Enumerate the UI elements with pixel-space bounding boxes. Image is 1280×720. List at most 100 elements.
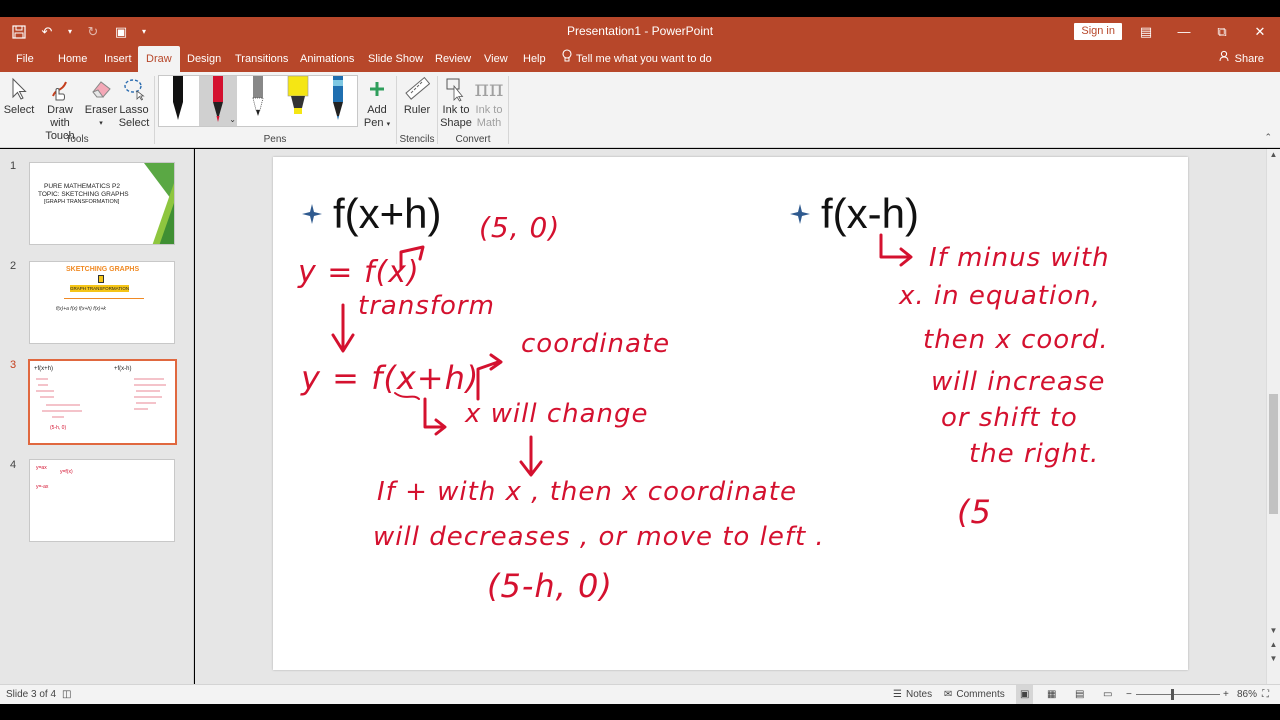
previous-slide-icon[interactable]: ▲ [1267, 639, 1280, 651]
add-pen-label-2: Pen [363, 117, 384, 129]
pen-pencil[interactable] [239, 76, 277, 126]
ruler-button[interactable]: Ruler [401, 74, 433, 117]
thumb-number-3: 3 [10, 359, 17, 371]
thumb3-line3: (5-h, 0) [50, 425, 67, 431]
accessibility-icon[interactable]: ◫ [62, 685, 71, 705]
title-bar: ↶ ▾ ↻ ▣ ▾ Presentation1 - PowerPoint Sig… [0, 17, 1280, 46]
tab-view[interactable]: View [476, 46, 516, 72]
tell-me-label: Tell me what you want to do [576, 53, 712, 65]
zoom-slider-track[interactable] [1136, 694, 1220, 695]
tab-animations[interactable]: Animations [292, 46, 362, 72]
restore-button[interactable]: ⧉ [1203, 17, 1241, 46]
slideshow-view-button[interactable]: ▭ [1103, 685, 1112, 705]
redo-icon[interactable]: ↻ [84, 23, 102, 41]
tell-me-search[interactable]: Tell me what you want to do [562, 46, 712, 72]
highlighter-icon [287, 76, 309, 114]
ink-to-shape-button[interactable]: Ink to Shape [440, 74, 472, 130]
scroll-up-icon[interactable]: ▲ [1267, 149, 1280, 161]
eraser-dropdown-icon[interactable]: ▾ [99, 117, 103, 130]
undo-icon[interactable]: ↶ [38, 23, 56, 41]
add-pen-dropdown-icon[interactable]: ▾ [387, 121, 391, 128]
scroll-down-icon[interactable]: ▼ [1267, 625, 1280, 637]
slide-thumbnail-3-active[interactable]: +f(x+h) +f(x-h) (5-h, 0) [28, 359, 177, 445]
ink-x-will-change: x will change [465, 399, 649, 429]
thumb4-line3: y=-ax [36, 484, 49, 490]
pen-red-selected[interactable]: ⌄ [199, 76, 237, 126]
fit-to-window-icon[interactable]: ⛶ [1262, 685, 1269, 705]
thumb-number-2: 2 [10, 260, 17, 272]
zoom-in-button[interactable]: + [1223, 685, 1229, 705]
collapse-ribbon-icon[interactable]: ⌃ [1264, 132, 1272, 143]
thumb2-connector [64, 298, 144, 299]
zoom-level[interactable]: 86% [1237, 685, 1257, 705]
tab-insert[interactable]: Insert [96, 46, 140, 72]
slide-sorter-button[interactable]: ▦ [1047, 685, 1056, 705]
group-separator [508, 76, 509, 144]
tab-review[interactable]: Review [427, 46, 479, 72]
share-button[interactable]: Share [1219, 46, 1264, 72]
draw-with-touch-label-1: Draw with [47, 104, 73, 129]
pen-highlighter-yellow[interactable] [279, 76, 317, 126]
comments-button[interactable]: ✉ Comments [944, 685, 1005, 705]
notes-icon: ☰ [893, 689, 902, 700]
next-slide-icon[interactable]: ▼ [1267, 653, 1280, 665]
draw-with-touch-button[interactable]: Draw with Touch [36, 74, 84, 143]
ribbon-display-icon[interactable]: ▤ [1127, 17, 1165, 46]
ink-transform: transform [358, 291, 495, 321]
notes-label: Notes [905, 689, 933, 700]
undo-dropdown-icon[interactable]: ▾ [66, 23, 74, 41]
ribbon-tabs: File Home Insert Draw Design Transitions… [0, 46, 1280, 72]
black-pen-icon [173, 76, 183, 120]
customize-qat-icon[interactable]: ▾ [140, 23, 148, 41]
scrollbar-thumb[interactable] [1269, 394, 1278, 514]
down-arrow-stroke [331, 303, 355, 353]
slide-canvas[interactable]: f(x+h) f(x-h) (5, 0) y = f(x) transform … [273, 157, 1188, 670]
save-icon[interactable] [10, 23, 28, 41]
slide-thumbnail-1[interactable]: PURE MATHEMATICS P2 TOPIC: SKETCHING GRA… [29, 162, 175, 245]
ink-right-4: will increase [931, 367, 1106, 397]
lasso-select-button[interactable]: Lasso Select [118, 74, 150, 130]
zoom-slider-knob[interactable] [1171, 689, 1174, 700]
ruler-label: Ruler [403, 104, 431, 116]
coordinate-arrow-stroke [476, 353, 503, 401]
ink-to-shape-icon [442, 74, 470, 104]
green-accent-shape [144, 163, 174, 244]
ink-to-math-label-2: Math [476, 117, 502, 129]
sign-in-button[interactable]: Sign in [1074, 23, 1122, 40]
thumb1-line1: PURE MATHEMATICS P2 [44, 183, 120, 190]
ink-to-math-button[interactable]: ππ Ink to Math [474, 74, 504, 130]
pen-galaxy-blue[interactable] [319, 76, 357, 126]
tab-home[interactable]: Home [50, 46, 95, 72]
add-pen-label-2-row: Pen ▾ [364, 117, 390, 131]
select-button[interactable]: Select [4, 74, 34, 117]
pen-options-dropdown-icon[interactable]: ⌄ [229, 115, 236, 124]
zoom-out-button[interactable]: − [1126, 685, 1132, 705]
lasso-label-1: Lasso [119, 104, 149, 116]
tab-draw[interactable]: Draw [138, 46, 180, 72]
slide-thumbnail-4[interactable]: y=ax y=f(x) y=-ax [29, 459, 175, 542]
slide-thumbnail-2[interactable]: SKETCHING GRAPHS GRAPH TRANSFORMATION f(… [29, 261, 175, 344]
tab-help[interactable]: Help [515, 46, 554, 72]
status-bar: Slide 3 of 4 ◫ ☰ Notes ✉ Comments ▣ ▦ ▤ … [0, 684, 1280, 705]
ink-to-shape-label-2: Shape [440, 117, 472, 129]
ruler-icon [403, 74, 431, 104]
tab-file[interactable]: File [8, 46, 42, 72]
reading-view-button[interactable]: ▤ [1075, 685, 1084, 705]
stencils-group-label: Stencils [399, 134, 435, 145]
close-button[interactable]: ✕ [1241, 17, 1279, 46]
tab-slide-show[interactable]: Slide Show [360, 46, 431, 72]
eraser-button[interactable]: Eraser ▾ [85, 74, 117, 130]
thumb2-line1: SKETCHING GRAPHS [66, 266, 140, 273]
x-change-arrow-stroke [423, 397, 447, 436]
tab-design[interactable]: Design [179, 46, 229, 72]
minimize-button[interactable]: — [1165, 17, 1203, 46]
notes-button[interactable]: ☰ Notes [893, 685, 932, 705]
slide-editor-area: f(x+h) f(x-h) (5, 0) y = f(x) transform … [195, 149, 1266, 684]
normal-view-button[interactable]: ▣ [1016, 685, 1034, 705]
pen-black[interactable] [159, 76, 197, 126]
add-pen-button[interactable]: Add Pen ▾ [363, 74, 391, 131]
vertical-scrollbar[interactable]: ▲ ▼ ▲ ▼ [1266, 149, 1280, 684]
tab-transitions[interactable]: Transitions [227, 46, 296, 72]
present-icon[interactable]: ▣ [112, 23, 130, 41]
ink-right-3: then x coord. [923, 325, 1109, 355]
